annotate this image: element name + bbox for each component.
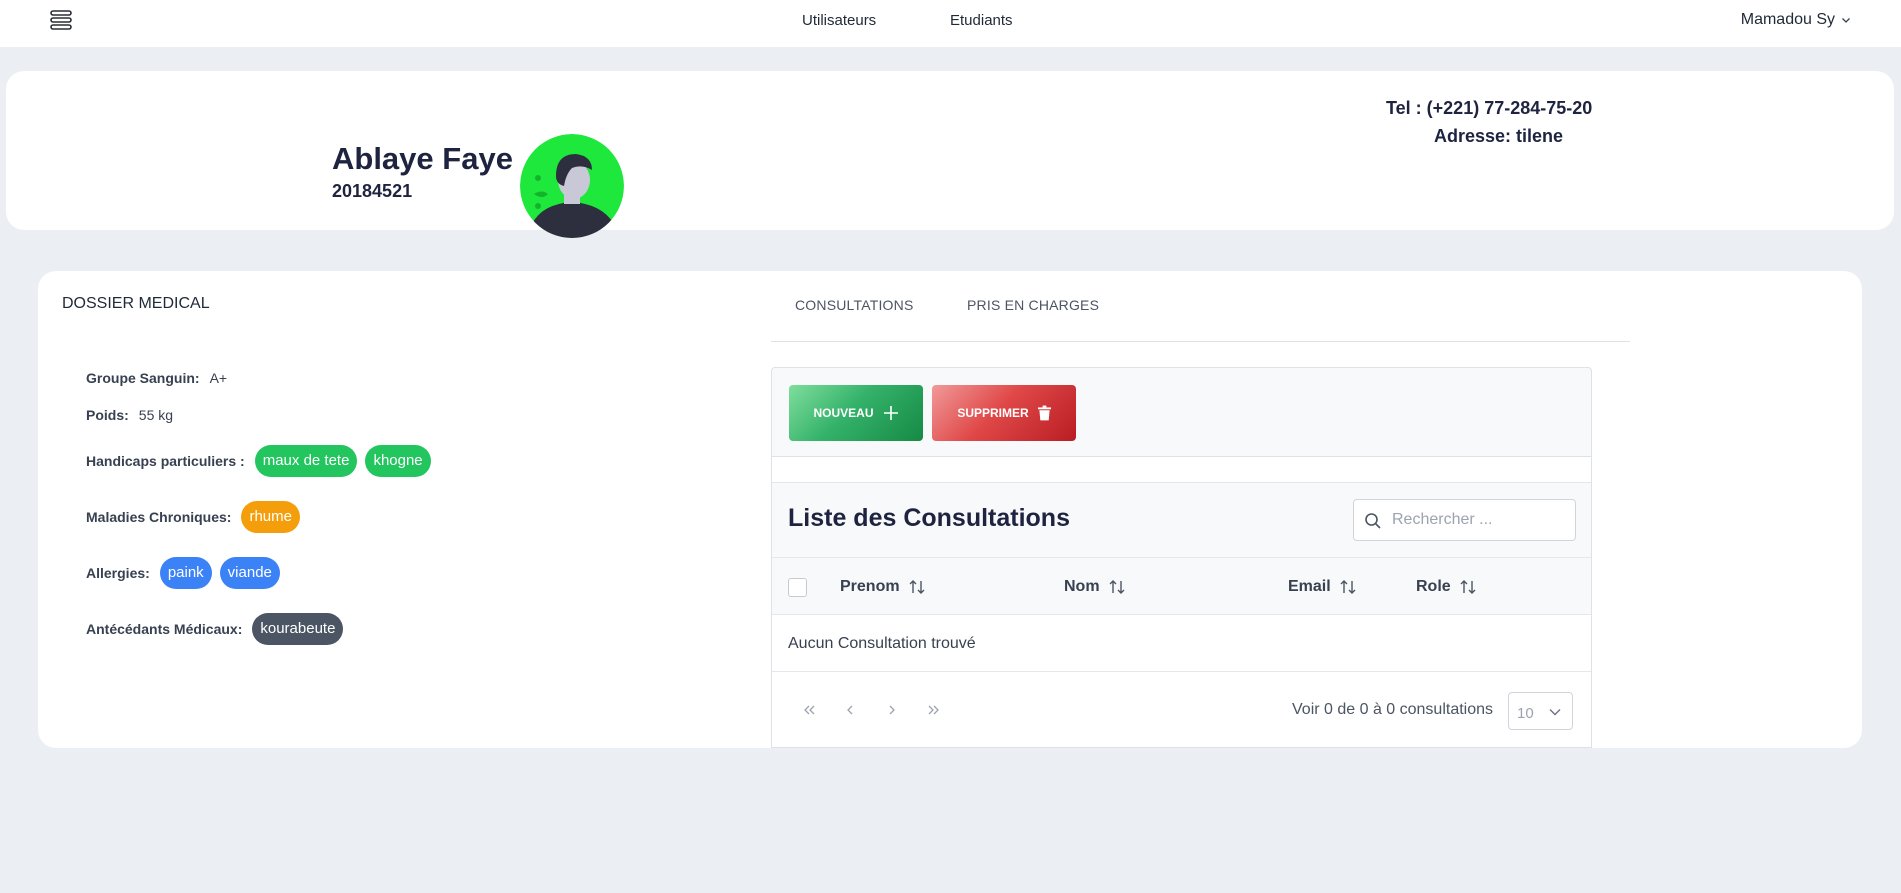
handicaps-label: Handicaps particuliers : [86,453,245,469]
last-page-button[interactable] [920,696,948,724]
sort-icon [1460,580,1476,594]
rows-per-page-select[interactable]: 10 [1508,692,1573,730]
list-title: Liste des Consultations [788,504,1070,532]
column-prenom-label: Prenom [840,578,900,595]
select-all-checkbox[interactable] [788,578,807,597]
search-input[interactable] [1386,500,1571,540]
weight-value: 55 kg [138,407,174,423]
empty-message: Aucun Consultation trouvé [788,635,976,652]
allergies-label: Allergies: [86,565,150,581]
medical-history-row: Antécédants Médicaux: kourabeute [86,613,344,645]
top-navbar: Utilisateurs Etudiants Mamadou Sy [0,0,1901,47]
search-box[interactable] [1353,499,1576,541]
column-email[interactable]: Email [1288,578,1357,596]
prev-page-button[interactable] [836,696,864,724]
chronic-diseases-label: Maladies Chroniques: [86,509,232,525]
list-header: Liste des Consultations [772,482,1591,557]
consultations-table: Liste des Consultations Prenom Nom Email… [771,457,1592,748]
column-prenom[interactable]: Prenom [840,578,926,596]
handicaps-row: Handicaps particuliers : maux de tete kh… [86,445,431,477]
trash-icon [1037,405,1051,421]
column-nom-label: Nom [1064,578,1100,595]
tab-pris-en-charges[interactable]: PRIS EN CHARGES [967,297,1099,313]
medical-record-card: DOSSIER MEDICAL Groupe Sanguin: A+ Poids… [38,271,1862,748]
new-button-label: NOUVEAU [813,406,874,420]
tab-bar: CONSULTATIONS PRIS EN CHARGES [771,271,1630,342]
medical-history-label: Antécédants Médicaux: [86,621,243,637]
tab-consultations[interactable]: CONSULTATIONS [795,297,914,313]
plus-icon [883,406,898,420]
column-email-label: Email [1288,578,1331,595]
table-row: Aucun Consultation trouvé [772,615,1591,672]
medical-history-chip: kourabeute [252,613,344,645]
sort-icon [1340,580,1356,594]
nav-link-utilisateurs[interactable]: Utilisateurs [802,12,876,29]
table-header: Prenom Nom Email Role [772,557,1591,615]
column-role[interactable]: Role [1416,578,1477,596]
user-menu[interactable]: Mamadou Sy [1741,11,1851,29]
double-chevron-left-icon [804,705,815,715]
rows-per-page-value: 10 [1517,705,1534,722]
handicap-chip: khogne [365,445,431,477]
contact-phone: Tel : (+221) 77-284-75-20 [1386,98,1593,118]
profile-card: Ablaye Faye 20184521 Tel : (+221) 77-284… [6,71,1894,238]
next-page-button[interactable] [878,696,906,724]
handicap-chip: maux de tete [254,445,358,477]
page-report: Voir 0 de 0 à 0 consultations [1292,701,1494,718]
weight-label: Poids: [86,407,129,423]
new-button[interactable]: NOUVEAU [789,385,923,441]
sort-icon [909,580,925,594]
chronic-disease-chip: rhume [241,501,300,533]
chevron-down-icon [1842,18,1850,23]
menu-icon[interactable] [49,8,73,32]
delete-button[interactable]: SUPPRIMER [932,385,1076,441]
column-role-label: Role [1416,578,1451,595]
user-name: Mamadou Sy [1740,11,1835,28]
weight-row: Poids: 55 kg [86,407,173,423]
allergies-row: Allergies: paink viande [86,557,280,589]
dossier-title: DOSSIER MEDICAL [62,295,210,312]
patient-name: Ablaye Faye [332,141,513,176]
double-chevron-right-icon [928,705,939,715]
paginator: Voir 0 de 0 à 0 consultations 10 [772,672,1591,748]
allergy-chip: paink [159,557,212,589]
nav-link-etudiants[interactable]: Etudiants [950,12,1013,29]
chevron-left-icon [847,705,853,715]
chronic-diseases-row: Maladies Chroniques: rhume [86,501,300,533]
search-icon [1365,513,1381,529]
contact-address: Adresse: tilene [1434,126,1564,146]
blood-group-row: Groupe Sanguin: A+ [86,370,227,386]
sort-icon [1109,580,1125,594]
blood-group-value: A+ [209,370,228,386]
blood-group-label: Groupe Sanguin: [86,370,200,386]
allergy-chip: viande [219,557,280,589]
column-nom[interactable]: Nom [1064,578,1126,596]
toolbar: NOUVEAU SUPPRIMER [771,367,1592,457]
patient-id: 20184521 [332,181,413,201]
chevron-down-icon [1549,709,1561,716]
delete-button-label: SUPPRIMER [957,406,1029,420]
chevron-right-icon [889,705,895,715]
avatar [520,134,624,238]
first-page-button[interactable] [795,696,823,724]
